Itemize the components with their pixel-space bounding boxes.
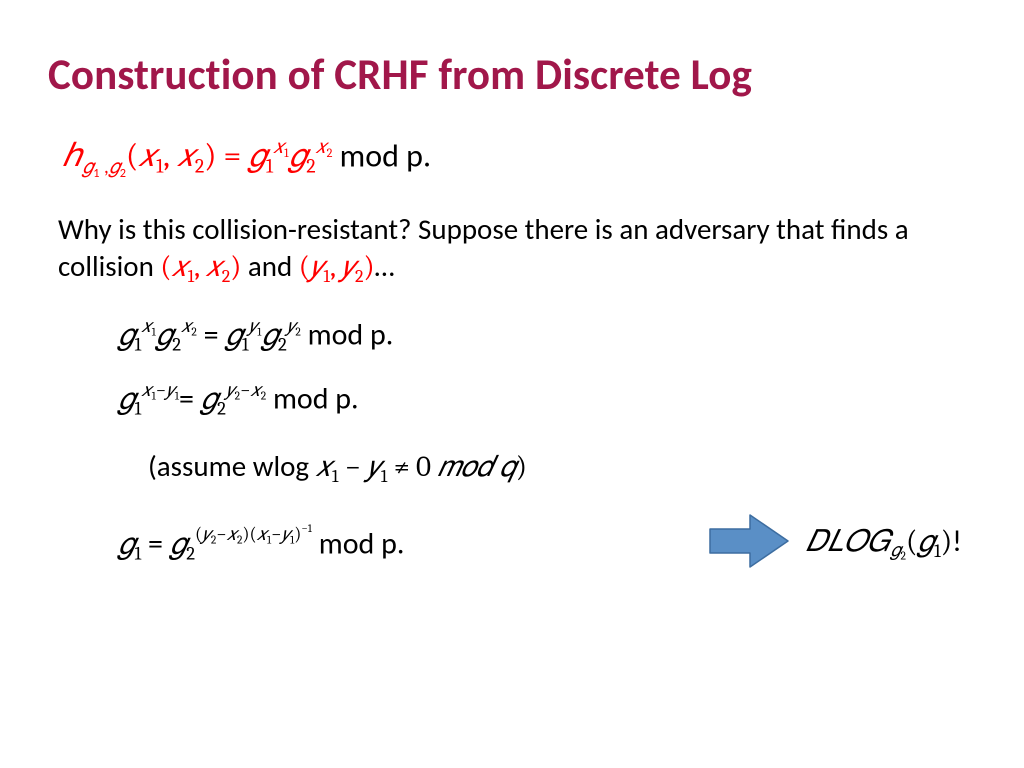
sub-1: 1 <box>135 398 142 420</box>
sym-g: 𝑔 <box>82 155 93 178</box>
sym-x: 𝑥 <box>206 251 222 284</box>
sub-2: 2 <box>172 333 181 355</box>
lparen: ( <box>906 524 917 559</box>
sup-y: 𝑦 <box>226 379 235 401</box>
lparen: ( <box>126 137 138 174</box>
eq-sign: = <box>141 525 170 562</box>
rearranged-equation: 𝑔1𝑥1−𝑦1= 𝑔2𝑦2−𝑥2 mod p. <box>118 379 976 420</box>
comma: , <box>330 251 335 284</box>
explanation-paragraph: Why is this collision-resistant? Suppose… <box>58 211 946 289</box>
sym-x: 𝑥 <box>177 137 195 174</box>
sym-x: 𝑥 <box>171 251 187 284</box>
sup-x: 𝑥 <box>257 523 267 545</box>
rparen: ) <box>516 451 527 484</box>
eq-sign: = <box>179 381 201 418</box>
lparen: ( <box>299 251 310 284</box>
sup-y: 𝑦 <box>202 523 211 545</box>
minus: − <box>216 523 226 545</box>
minus: − <box>240 379 250 401</box>
minus: − <box>271 523 281 545</box>
rparen: ) <box>230 251 241 284</box>
lparen: ( <box>160 251 171 284</box>
sym-g: 𝑔 <box>261 317 278 352</box>
minus: − <box>156 379 166 401</box>
mod-q: 𝑚𝑜𝑑 𝑞 <box>437 451 515 484</box>
sym-y: 𝑦 <box>310 251 324 284</box>
sub-2: 2 <box>195 155 204 178</box>
sym-g: 𝑔 <box>225 317 242 352</box>
sub-1: 1 <box>242 333 249 355</box>
text-modp: mod p. <box>312 525 404 562</box>
sub-2: 2 <box>278 333 287 355</box>
dlog-recovery-equation: 𝑔1 = 𝑔2(𝑦2−𝑥2)(𝑥1−𝑦1)−1 mod p. <box>118 523 404 564</box>
sup-y: 𝑦 <box>249 315 258 337</box>
sym-g: 𝑔 <box>201 382 218 417</box>
sym-g: 𝑔 <box>109 155 120 178</box>
sub-g: 𝑔 <box>890 539 900 561</box>
sym-g: 𝑔 <box>289 137 307 174</box>
text-modp: mod p. <box>340 136 431 175</box>
sup-x: 𝑥 <box>273 135 284 158</box>
hash-definition-equation: ℎ𝑔1 ,𝑔2(𝑥1, 𝑥2) = 𝑔1𝑥1𝑔2𝑥2 mod p. <box>62 135 976 181</box>
sym-dlog: 𝐷𝐿𝑂𝐺 <box>806 524 890 559</box>
comma: , <box>163 137 170 174</box>
wlog-assumption: (assume wlog 𝑥1 − 𝑦1 ≠ 0 𝑚𝑜𝑑 𝑞) <box>148 448 976 487</box>
sup-x: 𝑥 <box>227 523 237 545</box>
sub-2: 2 <box>306 155 315 178</box>
ellipsis: … <box>375 248 395 284</box>
sym-g: 𝑔 <box>248 137 266 174</box>
sub-comma: , <box>99 155 108 179</box>
sym-g: 𝑔 <box>917 524 934 559</box>
sup-x: 𝑥 <box>141 379 151 401</box>
exclaim: ! <box>952 523 962 560</box>
sup-x: 𝑥 <box>141 315 151 337</box>
sym-x: 𝑥 <box>316 451 332 484</box>
sym-y: 𝑦 <box>341 251 355 284</box>
dlog-result: 𝐷𝐿𝑂𝐺𝑔2(𝑔1)! <box>806 523 962 564</box>
sym-g: 𝑔 <box>118 317 135 352</box>
sym-g: 𝑔 <box>118 526 135 561</box>
sup-x: 𝑥 <box>181 315 191 337</box>
eq-sign: = <box>197 316 226 353</box>
minus: − <box>338 451 367 484</box>
sup-y: 𝑦 <box>281 523 290 545</box>
sym-x: 𝑥 <box>138 137 156 174</box>
sub-2: 2 <box>186 542 195 564</box>
rparen: ) <box>363 251 374 284</box>
eq-sign: ) = <box>204 137 248 174</box>
sym-h: ℎ <box>62 137 82 174</box>
text-assume: (assume wlog <box>148 448 316 484</box>
sup-x: 𝑥 <box>250 379 260 401</box>
sup-inv: −1 <box>301 523 312 536</box>
sub-1: 1 <box>266 155 273 178</box>
collision-equation: 𝑔1𝑥1𝑔2𝑥2 = 𝑔1𝑦1𝑔2𝑦2 mod p. <box>118 315 976 356</box>
text-modp: mod p. <box>266 381 358 418</box>
sym-y: 𝑦 <box>367 451 381 484</box>
sup-y: 𝑦 <box>166 379 175 401</box>
neq-zero: ≠ 0 <box>387 451 437 484</box>
slide-title: Construction of CRHF from Discrete Log <box>48 48 976 101</box>
sub-1: 1 <box>934 539 941 561</box>
para-and: and <box>241 248 298 284</box>
rparen: ) <box>941 524 952 559</box>
sym-g: 𝑔 <box>118 382 135 417</box>
conclusion-row: 𝑔1 = 𝑔2(𝑦2−𝑥2)(𝑥1−𝑦1)−1 mod p. 𝐷𝐿𝑂𝐺𝑔2(𝑔1… <box>48 517 976 587</box>
lparen: ( <box>249 523 256 545</box>
comma: , <box>194 251 199 284</box>
implies-arrow-icon <box>708 511 790 571</box>
sup-sub-2: 2 <box>327 147 333 161</box>
sup-x: 𝑥 <box>316 135 327 158</box>
text-modp: mod p. <box>301 316 393 353</box>
sym-g: 𝑔 <box>156 317 173 352</box>
sub-2: 2 <box>222 267 230 287</box>
sub-2: 2 <box>217 398 226 420</box>
sym-g: 𝑔 <box>170 526 187 561</box>
